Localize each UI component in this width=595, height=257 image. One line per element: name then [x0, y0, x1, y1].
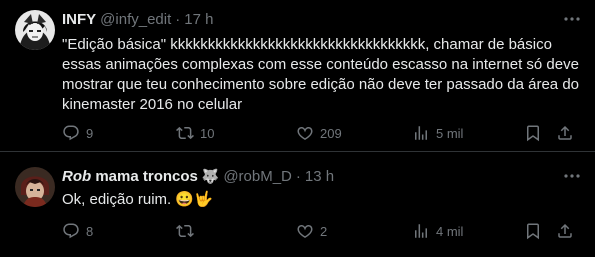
separator: ·	[175, 10, 181, 28]
share-icon	[558, 223, 572, 238]
reply-count: 9	[86, 125, 94, 141]
user-handle[interactable]: @robM_D	[223, 168, 292, 185]
tweet-actions: 8 2 4 mil	[62, 222, 582, 242]
like-icon	[297, 225, 313, 238]
retweet-count: 10	[200, 125, 215, 141]
avatar-image	[15, 167, 55, 207]
name-emoji: 🐺	[201, 167, 220, 184]
tweet[interactable]: INFY @infy_edit · 17 h "Edição básica" k…	[0, 0, 595, 150]
display-name-italic: Rob	[62, 167, 92, 185]
share-button[interactable]	[556, 222, 574, 240]
views-icon	[415, 126, 427, 140]
timestamp[interactable]: 17 h	[184, 11, 213, 28]
display-name-rest: mama troncos	[91, 167, 198, 185]
more-icon[interactable]	[563, 170, 581, 180]
bookmark-button[interactable]	[524, 124, 542, 142]
share-button[interactable]	[556, 124, 574, 142]
reply-button[interactable]: 9	[62, 124, 93, 142]
views-icon	[415, 224, 427, 238]
retweet-button[interactable]	[176, 222, 200, 240]
timestamp[interactable]: 13 h	[305, 168, 334, 185]
reply-count: 8	[86, 223, 94, 239]
tweet-text: Ok, edição ruim. 😀🤟	[62, 191, 213, 208]
avatar[interactable]	[15, 10, 55, 50]
share-icon	[558, 125, 572, 140]
bookmark-button[interactable]	[524, 222, 542, 240]
like-count: 209	[320, 125, 342, 141]
like-button[interactable]: 209	[296, 124, 342, 142]
views-count: 5 mil	[436, 125, 464, 141]
tweet-actions: 9 10 209 5 mil	[62, 124, 582, 144]
views-button[interactable]: 4 mil	[412, 222, 463, 240]
tweet[interactable]: Rob mama troncos 🐺 @robM_D · 13 h Ok, ed…	[0, 152, 595, 257]
avatar[interactable]	[15, 167, 55, 207]
bookmark-icon	[527, 223, 539, 240]
user-handle[interactable]: @infy_edit	[100, 11, 171, 28]
like-button[interactable]: 2	[296, 222, 327, 240]
display-name[interactable]: Rob mama troncos	[62, 168, 198, 185]
views-button[interactable]: 5 mil	[412, 124, 463, 142]
retweet-button[interactable]: 10	[176, 124, 214, 142]
tweet-header: Rob mama troncos 🐺 @robM_D · 13 h	[62, 166, 334, 186]
views-count: 4 mil	[436, 223, 464, 239]
bookmark-icon	[527, 125, 539, 142]
display-name[interactable]: INFY	[62, 11, 96, 28]
retweet-icon	[176, 126, 194, 140]
tweet-text: "Edição básica" kkkkkkkkkkkkkkkkkkkkkkkk…	[62, 36, 580, 113]
more-icon[interactable]	[563, 13, 581, 23]
separator: ·	[295, 167, 301, 185]
reply-button[interactable]: 8	[62, 222, 93, 240]
reply-icon	[63, 223, 79, 239]
tweet-header: INFY @infy_edit · 17 h	[62, 9, 213, 29]
avatar-image	[15, 10, 55, 50]
like-count: 2	[320, 223, 328, 239]
retweet-icon	[176, 224, 194, 238]
reply-icon	[63, 125, 79, 141]
like-icon	[297, 127, 313, 140]
